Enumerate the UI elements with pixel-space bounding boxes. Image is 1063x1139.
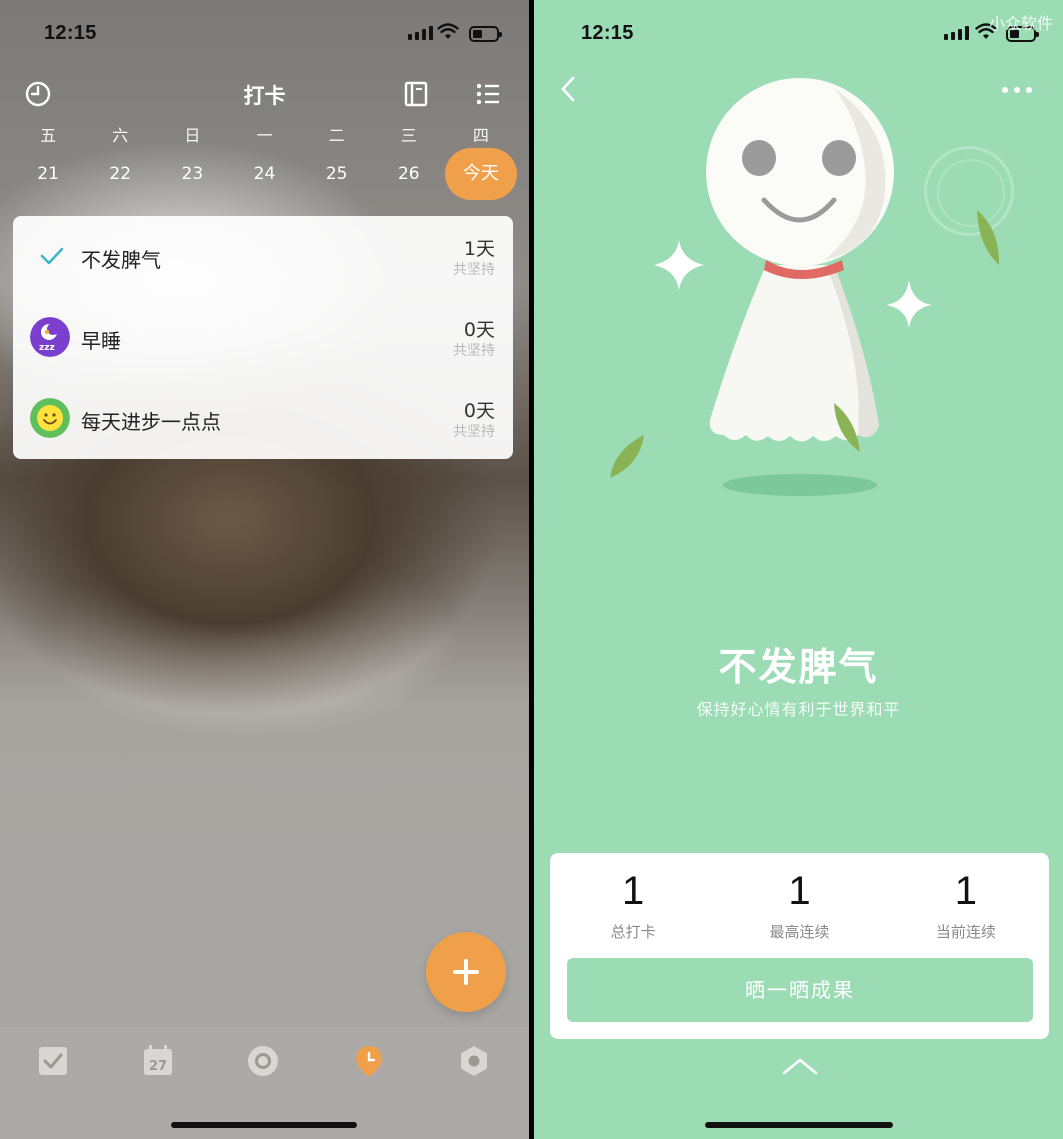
page-title: 打卡 [243, 84, 286, 108]
top-nav: 打卡 [0, 76, 529, 112]
status-bar: 12:15 [534, 18, 1063, 48]
svg-text:zzz: zzz [39, 343, 55, 353]
habit-row[interactable]: 每天进步一点点 0天 共坚持 [13, 378, 513, 459]
share-results-button[interactable]: 晒一晒成果 [567, 958, 1033, 1022]
stat-value: 1 [622, 869, 645, 913]
weekday-label: 二 [328, 126, 345, 145]
date-cell[interactable]: 25 [301, 148, 373, 200]
date-cell[interactable]: 22 [84, 148, 156, 200]
habit-days: 0天 [463, 400, 495, 422]
habit-days-caption: 共坚持 [453, 262, 495, 278]
habit-days: 0天 [463, 319, 495, 341]
status-bar: 12:15 [0, 18, 529, 48]
stat-total: 1 总打卡 [550, 867, 716, 942]
signal-icon [944, 26, 969, 40]
date-cell[interactable]: 23 [156, 148, 228, 200]
calendar-day-number: 27 [149, 1059, 167, 1074]
signal-icon [408, 26, 433, 40]
calendar-tab-icon[interactable]: 27 [141, 1044, 175, 1078]
weekday-label: 四 [472, 126, 489, 145]
habit-days: 1天 [463, 238, 495, 260]
stat-label: 当前连续 [935, 923, 996, 941]
habit-name: 早睡 [81, 329, 121, 353]
weekday-label: 五 [40, 126, 57, 145]
stat-best-streak: 1 最高连续 [716, 867, 882, 942]
weekday-label: 六 [112, 126, 129, 145]
habit-name: 不发脾气 [81, 248, 161, 272]
today-pill[interactable]: 今天 [444, 148, 517, 200]
date-cell-today[interactable]: 今天 [444, 148, 517, 200]
week-strip: 五 六 日 一 二 三 四 21 22 23 24 25 26 今天 [12, 122, 517, 200]
date-cell[interactable]: 26 [373, 148, 445, 200]
habit-row[interactable]: zzz 早睡 0天 共坚持 [13, 297, 513, 378]
sleep-moon-icon[interactable]: zzz [30, 317, 70, 357]
habit-days-caption: 共坚持 [453, 424, 495, 440]
todo-tab-icon[interactable] [36, 1044, 70, 1078]
habit-detail-screen: 12:15 小众软件 不发脾气 保持好心情有利于世界和平 1 总打卡 1 最高连… [534, 0, 1063, 1139]
weekday-label: 日 [184, 126, 201, 145]
check-icon[interactable] [39, 244, 65, 268]
checkin-list-screen: 12:15 打卡 五 六 日 一 二 三 四 21 22 23 24 25 26… [0, 0, 529, 1139]
home-indicator [171, 1122, 357, 1128]
chevron-up-icon[interactable] [781, 1055, 819, 1077]
doll-illustration [610, 78, 1000, 496]
weekday-label: 三 [400, 126, 417, 145]
stat-value: 1 [788, 869, 811, 913]
weekday-label: 一 [256, 126, 273, 145]
bottom-tab-bar: 27 [0, 1027, 529, 1139]
habit-list: 不发脾气 1天 共坚持 zzz 早睡 0天 共坚持 每天进步一点点 0天 共坚持 [13, 216, 513, 459]
habit-title: 不发脾气 [718, 645, 879, 689]
status-time: 12:15 [44, 22, 97, 44]
date-cell[interactable]: 24 [228, 148, 300, 200]
habit-days-caption: 共坚持 [453, 343, 495, 359]
stat-label: 最高连续 [769, 923, 830, 941]
wifi-icon [437, 23, 459, 39]
stat-label: 总打卡 [610, 923, 656, 941]
smiley-icon[interactable] [30, 398, 70, 438]
notebook-icon[interactable] [402, 80, 430, 108]
habit-subtitle: 保持好心情有利于世界和平 [696, 700, 901, 719]
stat-current-streak: 1 当前连续 [883, 867, 1049, 942]
list-icon[interactable] [474, 80, 502, 108]
stats-row: 1 总打卡 1 最高连续 1 当前连续 [550, 867, 1049, 942]
habit-row[interactable]: 不发脾气 1天 共坚持 [13, 216, 513, 297]
settings-tab-icon[interactable] [457, 1044, 491, 1078]
add-habit-button[interactable] [426, 932, 506, 1012]
home-indicator [705, 1122, 893, 1128]
site-watermark: 小众软件 [988, 14, 1053, 33]
stat-value: 1 [954, 869, 977, 913]
stats-card: 1 总打卡 1 最高连续 1 当前连续 晒一晒成果 [550, 853, 1049, 1039]
battery-icon [469, 26, 502, 42]
date-cell[interactable]: 21 [12, 148, 84, 200]
habit-name: 每天进步一点点 [81, 410, 221, 434]
focus-tab-icon[interactable] [246, 1044, 280, 1078]
status-time: 12:15 [581, 22, 634, 44]
checkin-tab-icon[interactable] [352, 1044, 386, 1078]
